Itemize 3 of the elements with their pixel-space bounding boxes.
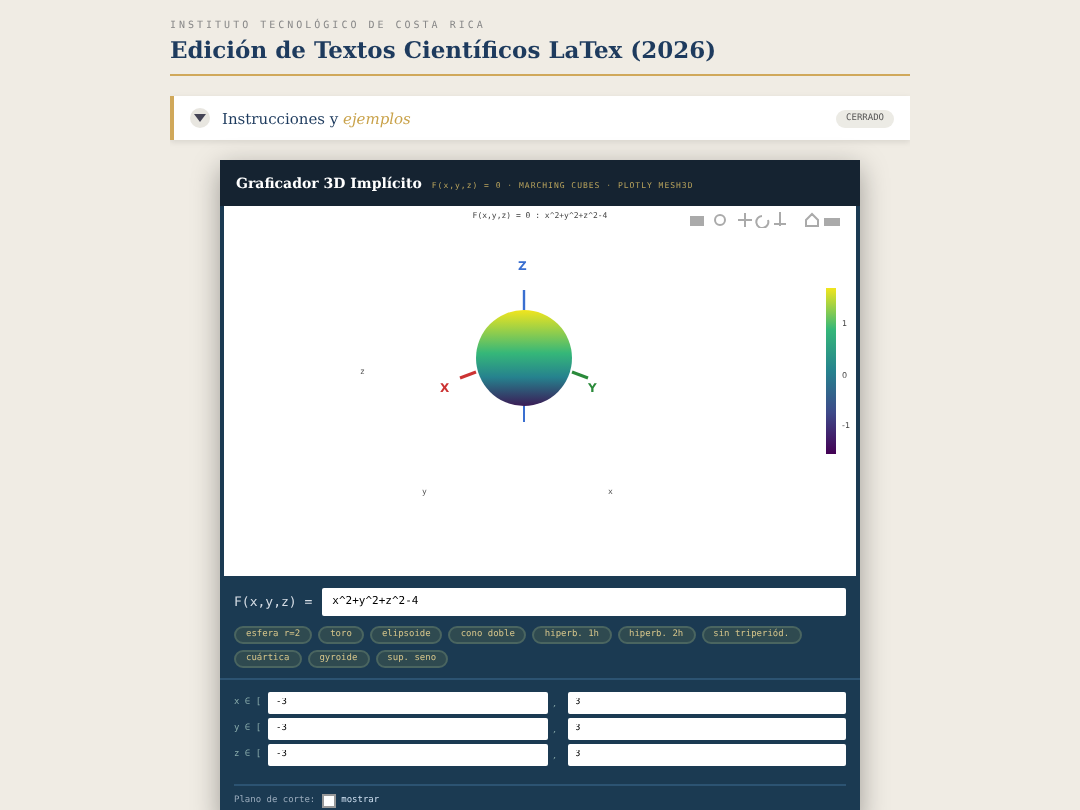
checkbox[interactable] <box>321 794 336 808</box>
page-title: Edición de Textos Científicos LaTex (2026) <box>170 36 910 76</box>
chevron-icon <box>190 108 210 128</box>
